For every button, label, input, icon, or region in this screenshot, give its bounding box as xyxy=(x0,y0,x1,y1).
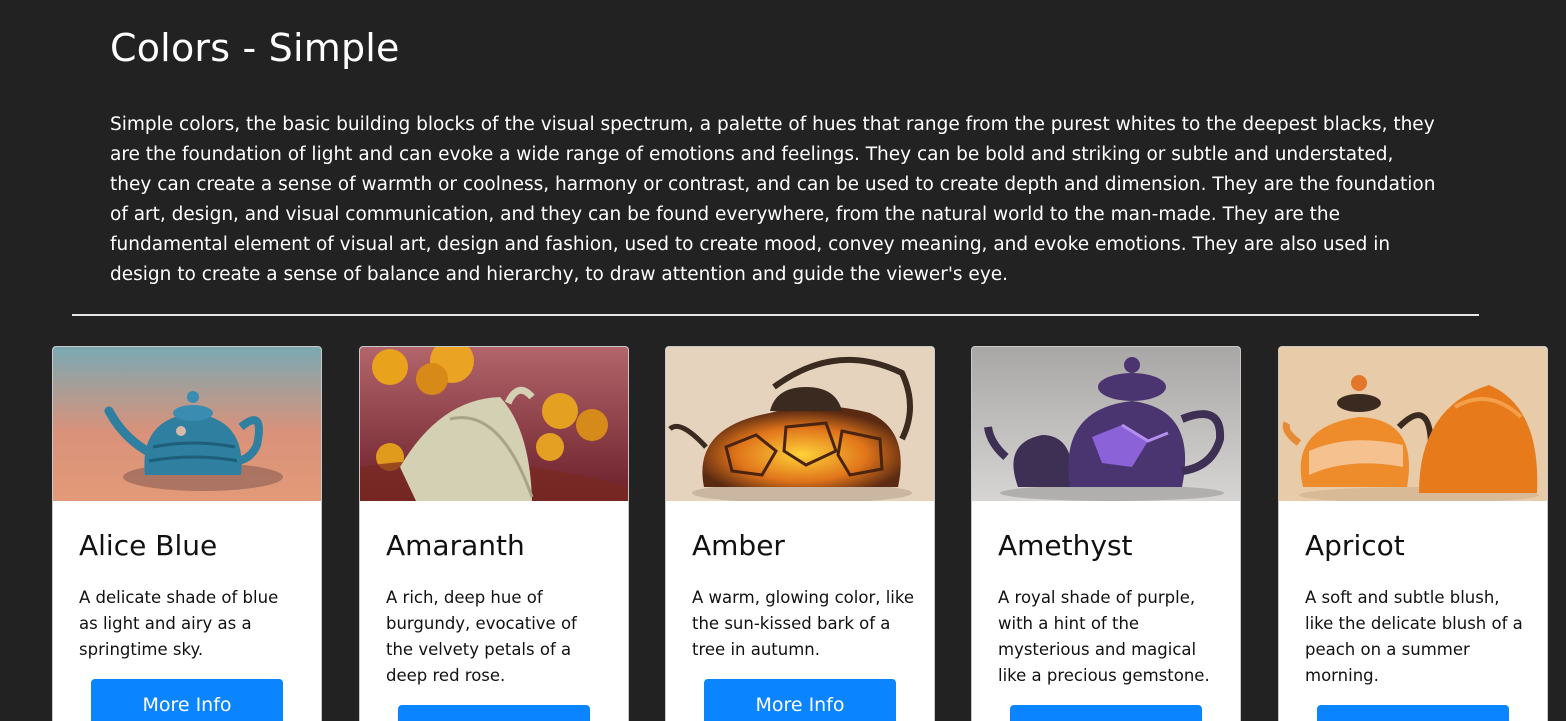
card-title: Amethyst xyxy=(998,529,1133,562)
teapot-icon xyxy=(360,347,628,501)
card-title: Amber xyxy=(692,529,785,562)
card-body: Amethyst A royal shade of purple, with a… xyxy=(972,501,1240,721)
teapot-icon xyxy=(1279,347,1547,501)
card-text: A royal shade of purple, with a hint of … xyxy=(998,588,1210,685)
card-text: A delicate shade of blue as light and ai… xyxy=(79,588,279,659)
card-title: Alice Blue xyxy=(79,529,218,562)
page-header: Colors - Simple Simple colors, the basic… xyxy=(110,0,1440,285)
card-text: A soft and subtle blush, like the delica… xyxy=(1305,588,1523,685)
more-info-button[interactable]: More Info xyxy=(704,679,896,721)
more-info-button[interactable]: More Info xyxy=(1317,705,1509,721)
card-grid: Alice Blue A delicate shade of blue as l… xyxy=(52,346,1548,721)
more-info-button[interactable]: More Info xyxy=(398,705,590,721)
card-text: A rich, deep hue of burgundy, evocative … xyxy=(386,588,577,685)
teapot-icon xyxy=(666,347,934,501)
card-amaranth: Amaranth A rich, deep hue of burgundy, e… xyxy=(359,346,629,721)
teapot-icon xyxy=(53,347,321,501)
more-info-button[interactable]: More Info xyxy=(1010,705,1202,721)
intro-paragraph: Simple colors, the basic building blocks… xyxy=(110,114,1436,285)
page: Colors - Simple Simple colors, the basic… xyxy=(0,0,1566,721)
divider xyxy=(72,314,1479,316)
card-title: Apricot xyxy=(1305,529,1405,562)
card-title: Amaranth xyxy=(386,529,525,562)
card-body: Apricot A soft and subtle blush, like th… xyxy=(1279,501,1547,721)
card-amethyst: Amethyst A royal shade of purple, with a… xyxy=(971,346,1241,721)
card-amber: Amber A warm, glowing color, like the su… xyxy=(665,346,935,721)
card-alice-blue: Alice Blue A delicate shade of blue as l… xyxy=(52,346,322,721)
card-body: Amber A warm, glowing color, like the su… xyxy=(666,501,934,721)
more-info-button[interactable]: More Info xyxy=(91,679,283,721)
page-title: Colors - Simple xyxy=(110,26,400,70)
card-body: Alice Blue A delicate shade of blue as l… xyxy=(53,501,321,721)
card-text: A warm, glowing color, like the sun-kiss… xyxy=(692,588,915,659)
teapot-icon xyxy=(972,347,1240,501)
card-apricot: Apricot A soft and subtle blush, like th… xyxy=(1278,346,1548,721)
card-body: Amaranth A rich, deep hue of burgundy, e… xyxy=(360,501,628,721)
